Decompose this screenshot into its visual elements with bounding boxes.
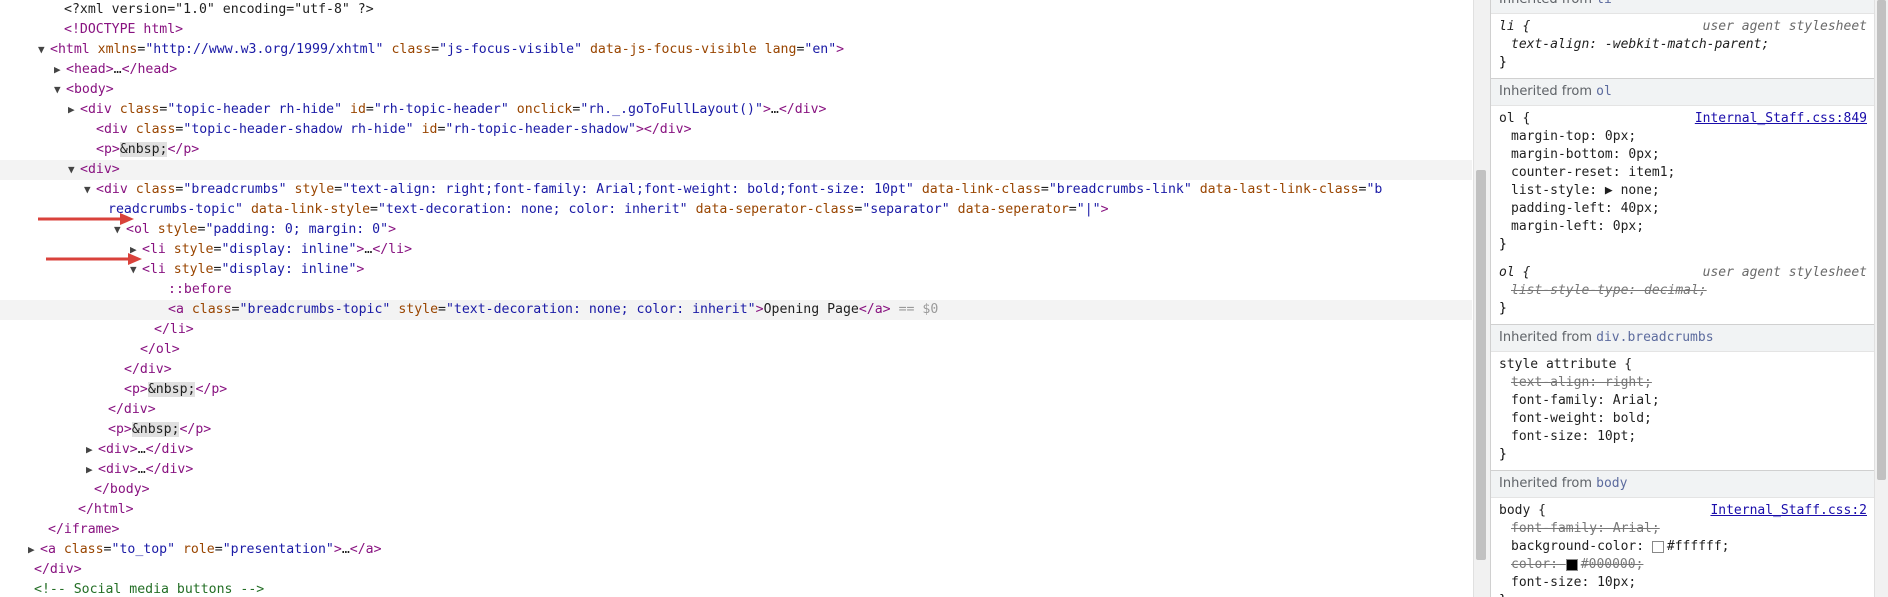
css-property[interactable]: font-size: 10pt; — [1491, 428, 1875, 446]
dom-node-line[interactable]: <a class="breadcrumbs-topic" style="text… — [0, 300, 1472, 320]
expand-down-icon[interactable]: ▼ — [54, 80, 66, 100]
css-property[interactable]: counter-reset: item1; — [1491, 164, 1875, 182]
dom-node-line[interactable]: ▶ <a class="to_top" role="presentation">…… — [0, 540, 382, 560]
rule-selector[interactable]: style attribute { — [1499, 357, 1632, 372]
rule-source[interactable]: Internal_Staff.css:849 — [1695, 110, 1867, 128]
dom-node-line[interactable]: </html> — [0, 500, 134, 520]
expand-down-icon[interactable]: ▼ — [68, 160, 80, 180]
dom-node-line[interactable]: </body> — [0, 480, 150, 500]
dom-node-line[interactable]: <div class="topic-header-shadow rh-hide"… — [0, 120, 692, 140]
dom-node-line[interactable]: <!-- Social media buttons --> — [0, 580, 264, 597]
css-property[interactable]: text-align: right; — [1491, 374, 1875, 392]
css-property[interactable]: color: #000000; — [1491, 556, 1875, 574]
css-property[interactable]: font-weight: bold; — [1491, 410, 1875, 428]
expand-down-icon[interactable]: ▼ — [84, 180, 96, 200]
css-property[interactable]: background-color: #ffffff; — [1491, 538, 1875, 556]
dom-node-line[interactable]: ▶ <div>…</div> — [0, 460, 193, 480]
style-rule: body { Internal_Staff.css:2 font-family: A… — [1491, 502, 1875, 597]
rule-selector[interactable]: li { — [1499, 19, 1530, 34]
rule-selector[interactable]: ol { — [1499, 265, 1530, 280]
dom-node-line[interactable]: <!DOCTYPE html> — [0, 20, 183, 40]
inherited-element-link[interactable]: ol — [1596, 84, 1612, 99]
expand-right-icon[interactable]: ▶ — [28, 540, 40, 560]
rule-source: user agent stylesheet — [1702, 265, 1867, 280]
dom-node-line[interactable]: ▶ <head>…</head> — [0, 60, 177, 80]
css-property[interactable]: margin-bottom: 0px; — [1491, 146, 1875, 164]
styles-scrollbar-thumb[interactable] — [1877, 0, 1886, 480]
style-rule: ol { user agent stylesheet list-style-type… — [1491, 264, 1875, 318]
inherited-element-link[interactable]: div.breadcrumbs — [1596, 330, 1713, 345]
dom-node-line[interactable]: <?xml version="1.0" encoding="utf-8" ?> — [0, 0, 374, 20]
css-property[interactable]: font-size: 10px; — [1491, 574, 1875, 592]
expand-right-icon[interactable]: ▶ — [86, 460, 98, 480]
dom-node-line[interactable]: <p>&nbsp;</p> — [0, 420, 211, 440]
expand-down-icon[interactable]: ▼ — [38, 40, 50, 60]
dom-node-line[interactable]: ▼ <div> — [0, 160, 1472, 180]
dom-node-line[interactable]: ::before — [0, 280, 232, 300]
dom-node-line[interactable]: </div> — [0, 400, 156, 420]
css-property[interactable]: list-style-type: decimal; — [1491, 282, 1875, 300]
elements-panel[interactable]: <?xml version="1.0" encoding="utf-8" ?> <… — [0, 0, 1472, 597]
dom-node-line[interactable]: </div> — [0, 360, 172, 380]
dom-node-line[interactable]: </div> — [0, 560, 82, 580]
dom-node-line[interactable]: <p>&nbsp;</p> — [0, 140, 199, 160]
elements-scrollbar-thumb[interactable] — [1476, 170, 1486, 560]
rule-source: user agent stylesheet — [1702, 19, 1867, 34]
css-property[interactable]: list-style: ▶ none; — [1491, 182, 1875, 200]
inherited-from-header: Inherited from ol — [1491, 78, 1875, 106]
inherited-from-header: Inherited from li — [1491, 0, 1875, 14]
css-property[interactable]: margin-top: 0px; — [1491, 128, 1875, 146]
expand-right-icon[interactable]: ▶ — [54, 60, 66, 80]
css-property[interactable]: margin-left: 0px; — [1491, 218, 1875, 236]
styles-panel[interactable]: Inherited from li li { user agent styleshe… — [1490, 0, 1875, 597]
expand-right-icon[interactable]: ▶ — [86, 440, 98, 460]
style-rule: ol { Internal_Staff.css:849 margin-top: 0p… — [1491, 110, 1875, 254]
css-property[interactable]: text-align: -webkit-match-parent; — [1491, 36, 1875, 54]
color-swatch[interactable] — [1565, 558, 1578, 571]
dom-node-line[interactable]: <p>&nbsp;</p> — [0, 380, 227, 400]
dom-node-line[interactable]: readcrumbs-topic" data-link-style="text-… — [0, 200, 1109, 220]
rule-selector[interactable]: ol { — [1499, 111, 1530, 126]
rule-selector[interactable]: body { — [1499, 503, 1546, 518]
dom-node-line[interactable]: ▼ <html xmlns="http://www.w3.org/1999/xht… — [0, 40, 844, 60]
dom-node-line[interactable]: </iframe> — [0, 520, 119, 540]
dom-node-line[interactable]: ▼ <div class="breadcrumbs" style="text-al… — [0, 180, 1382, 200]
inherited-from-header: Inherited from div.breadcrumbs — [1491, 324, 1875, 352]
inherited-from-header: Inherited from body — [1491, 470, 1875, 498]
dom-node-line[interactable]: ▶ <div>…</div> — [0, 440, 193, 460]
css-property[interactable]: padding-left: 40px; — [1491, 200, 1875, 218]
rule-source[interactable]: Internal_Staff.css:2 — [1710, 502, 1867, 520]
inherited-element-link[interactable]: li — [1596, 0, 1612, 7]
style-rule: li { user agent stylesheet text-align: -we… — [1491, 18, 1875, 72]
style-rule: style attribute {text-align: right; font-… — [1491, 356, 1875, 464]
dom-node-line[interactable]: </li> — [0, 320, 194, 340]
dom-node-line[interactable]: ▶ <div class="topic-header rh-hide" id="r… — [0, 100, 826, 120]
inherited-element-link[interactable]: body — [1596, 476, 1627, 491]
red-arrow-icon — [46, 253, 142, 265]
css-property[interactable]: font-family: Arial; — [1491, 392, 1875, 410]
red-arrow-icon — [38, 213, 134, 225]
css-property[interactable]: font-family: Arial; — [1491, 520, 1875, 538]
color-swatch[interactable] — [1651, 540, 1664, 553]
dom-node-line[interactable]: ▼ <body> — [0, 80, 114, 100]
dom-node-line[interactable]: </ol> — [0, 340, 180, 360]
expand-right-icon[interactable]: ▶ — [68, 100, 80, 120]
